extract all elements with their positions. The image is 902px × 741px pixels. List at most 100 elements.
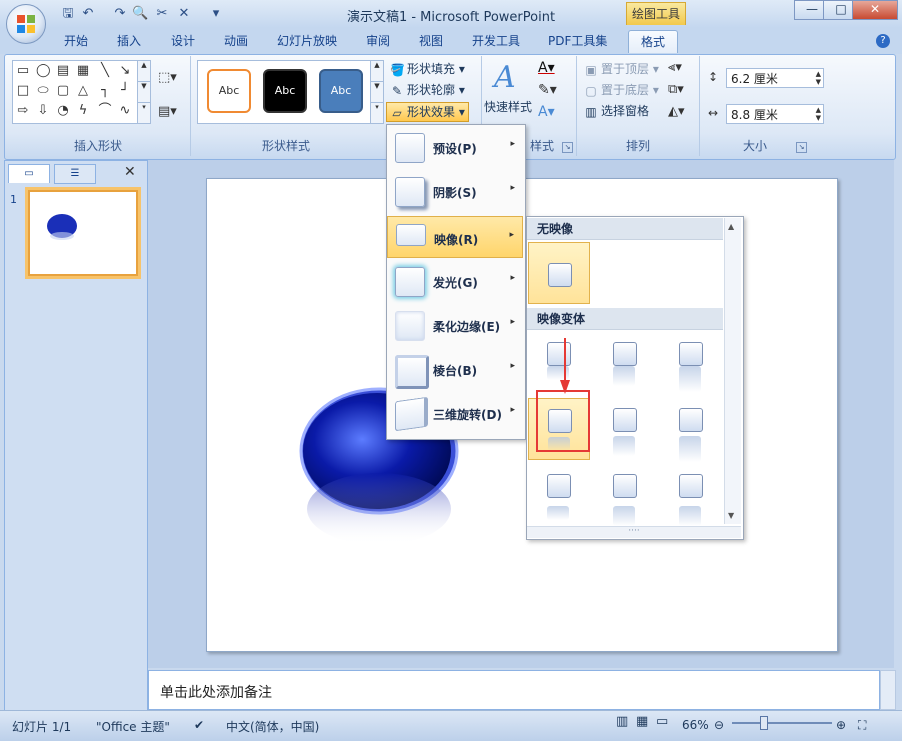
- line-shape-icon[interactable]: ╲: [98, 64, 112, 78]
- close-pane-icon[interactable]: ✕: [124, 164, 136, 180]
- tab-developer[interactable]: 开发工具: [460, 30, 532, 52]
- undo-icon[interactable]: ↶: [80, 6, 96, 22]
- align-icon[interactable]: ⫷▾: [668, 60, 682, 75]
- edit-shape-icon[interactable]: ⬚▾: [158, 70, 177, 85]
- text-box-icon[interactable]: ▤▾: [158, 104, 177, 119]
- tab-home[interactable]: 开始: [52, 30, 100, 52]
- slides-tab[interactable]: ▭: [8, 164, 50, 183]
- slideshow-view-icon[interactable]: ▭: [656, 714, 668, 729]
- status-language[interactable]: 中文(简体，中国): [226, 718, 319, 735]
- help-icon[interactable]: ?: [876, 34, 890, 48]
- cut-icon[interactable]: ✂: [154, 6, 170, 22]
- styles-more[interactable]: ▾: [370, 102, 384, 124]
- wordart-dialog-launcher[interactable]: ↘: [562, 142, 573, 153]
- send-to-back-button[interactable]: ▢ 置于底层 ▾: [584, 81, 659, 99]
- reflection-variation-7[interactable]: [528, 464, 590, 526]
- slide-thumbnail[interactable]: [28, 190, 138, 276]
- rotate-icon[interactable]: ◭▾: [668, 104, 685, 119]
- reflection-variation-5[interactable]: [594, 398, 656, 460]
- text-vertical-shape-icon[interactable]: ▤: [56, 64, 70, 78]
- tab-review[interactable]: 审阅: [354, 30, 402, 52]
- picture-shape-icon[interactable]: ▦: [76, 64, 90, 78]
- reflection-none[interactable]: [528, 242, 590, 304]
- tab-slideshow[interactable]: 幻灯片放映: [265, 30, 349, 52]
- menu-item-3d-rotation[interactable]: 三维旋转(D) ▸: [387, 392, 523, 434]
- menu-item-soft-edges[interactable]: 柔化边缘(E) ▸: [387, 304, 523, 346]
- menu-item-reflection[interactable]: 映像(R) ▸: [387, 216, 523, 258]
- scroll-down-icon[interactable]: ▼: [728, 511, 734, 520]
- oval-shape-icon[interactable]: ◯: [36, 64, 51, 78]
- rounded-rect-shape-icon[interactable]: ▢: [56, 84, 70, 98]
- redo-icon[interactable]: ↷: [112, 6, 128, 22]
- curve-shape-icon[interactable]: ∿: [118, 104, 132, 118]
- tab-view[interactable]: 视图: [407, 30, 455, 52]
- height-spinner[interactable]: ▲ ▼: [816, 70, 821, 86]
- height-input[interactable]: 6.2 厘米 ▲ ▼: [726, 68, 824, 88]
- elbow-arrow-connector-icon[interactable]: ┘: [118, 84, 132, 98]
- width-input[interactable]: 8.8 厘米 ▲ ▼: [726, 104, 824, 124]
- notes-scrollbar[interactable]: [880, 670, 896, 710]
- width-spinner[interactable]: ▲ ▼: [816, 106, 821, 122]
- delete-icon[interactable]: ✕: [176, 6, 192, 22]
- triangle-shape-icon[interactable]: △: [76, 84, 90, 98]
- style-sample-outline[interactable]: Abc: [207, 69, 251, 113]
- submenu-scrollbar[interactable]: ▲ ▼: [724, 218, 741, 524]
- right-arrow-shape-icon[interactable]: ⇨: [16, 104, 30, 118]
- zoom-level[interactable]: 66%: [682, 718, 709, 732]
- reflection-variation-8[interactable]: [594, 464, 656, 526]
- menu-item-preset[interactable]: 预设(P) ▸: [387, 126, 523, 168]
- office-button[interactable]: [6, 4, 46, 44]
- resize-grip[interactable]: ····: [527, 526, 741, 538]
- textbox-shape-icon[interactable]: ▭: [16, 64, 30, 78]
- quick-styles-icon[interactable]: A: [494, 60, 516, 95]
- close-button[interactable]: ✕: [852, 0, 898, 20]
- zoom-out-icon[interactable]: ⊖: [714, 718, 724, 732]
- styles-scroll-down[interactable]: ▼: [370, 81, 384, 103]
- zoom-slider-thumb[interactable]: [760, 716, 768, 730]
- selection-pane-button[interactable]: ▥ 选择窗格: [584, 102, 649, 120]
- menu-item-bevel[interactable]: 棱台(B) ▸: [387, 348, 523, 390]
- tab-insert[interactable]: 插入: [105, 30, 153, 52]
- reflection-variation-2[interactable]: [594, 332, 656, 394]
- menu-item-glow[interactable]: 发光(G) ▸: [387, 260, 523, 302]
- elbow-connector-icon[interactable]: ┐: [98, 84, 112, 98]
- menu-item-shadow[interactable]: 阴影(S) ▸: [387, 170, 523, 212]
- outline-tab[interactable]: ☰: [54, 164, 96, 184]
- ellipse-shape-icon[interactable]: ⬭: [36, 84, 50, 98]
- tab-design[interactable]: 设计: [159, 30, 207, 52]
- lightning-shape-icon[interactable]: ϟ: [76, 104, 90, 118]
- zoom-slider[interactable]: [732, 722, 832, 724]
- group-objects-icon[interactable]: ⧉▾: [668, 82, 684, 97]
- slide-sorter-icon[interactable]: ▦: [636, 714, 648, 729]
- down-arrow-shape-icon[interactable]: ⇩: [36, 104, 50, 118]
- shapes-scroll-up[interactable]: ▲: [137, 60, 151, 82]
- tab-pdf-tools[interactable]: PDF工具集: [536, 30, 619, 52]
- reflection-variation-6[interactable]: [660, 398, 722, 462]
- bring-to-front-button[interactable]: ▣ 置于顶层 ▾: [584, 60, 659, 78]
- tab-animation[interactable]: 动画: [212, 30, 260, 52]
- shapes-scroll-down[interactable]: ▼: [137, 81, 151, 103]
- shape-fill-button[interactable]: 🪣 形状填充 ▾: [390, 60, 465, 78]
- text-outline-icon[interactable]: ✎▾: [538, 82, 557, 98]
- reflection-variation-3[interactable]: [660, 332, 722, 394]
- reflection-variation-9[interactable]: [660, 464, 722, 526]
- arc-shape-icon[interactable]: ⌒: [98, 104, 112, 118]
- customize-toolbar-icon[interactable]: ▾: [208, 6, 224, 22]
- text-effects-icon[interactable]: A▾: [538, 104, 555, 120]
- rectangle-shape-icon[interactable]: □: [16, 84, 30, 98]
- size-dialog-launcher[interactable]: ↘: [796, 142, 807, 153]
- scroll-up-icon[interactable]: ▲: [728, 222, 734, 231]
- print-preview-icon[interactable]: 🔍: [132, 6, 148, 22]
- style-sample-blue[interactable]: Abc: [319, 69, 363, 113]
- shapes-more[interactable]: ▾: [137, 102, 151, 124]
- save-icon[interactable]: 🖫: [60, 6, 76, 22]
- spellcheck-icon[interactable]: ✔: [194, 718, 204, 732]
- text-fill-icon[interactable]: A▾: [538, 60, 555, 76]
- tab-format[interactable]: 格式: [628, 30, 679, 53]
- normal-view-icon[interactable]: ▥: [616, 714, 628, 729]
- style-sample-black[interactable]: Abc: [263, 69, 307, 113]
- arrow-line-shape-icon[interactable]: ↘: [118, 64, 132, 78]
- quick-styles-label[interactable]: 快速样式: [484, 98, 532, 115]
- zoom-in-icon[interactable]: ⊕: [836, 718, 846, 732]
- shape-outline-button[interactable]: ✎ 形状轮廓 ▾: [390, 81, 465, 99]
